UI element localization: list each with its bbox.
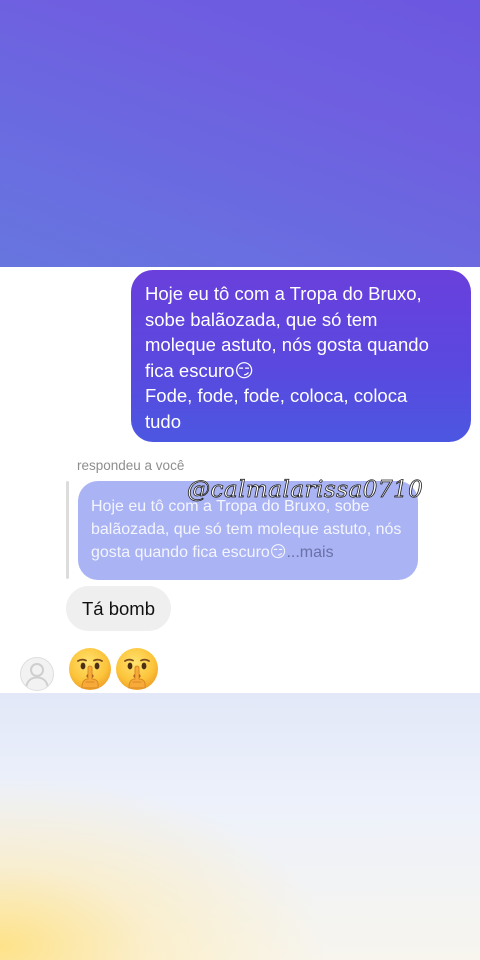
quoted-message-text: Hoje eu tô com a Tropa do Bruxo, sobe ba…: [91, 498, 402, 561]
shushing-face-icon: [67, 646, 113, 692]
bottom-background-gradient: [0, 693, 480, 960]
default-avatar-icon: [25, 663, 49, 689]
received-message-bubble[interactable]: Tá bomb: [66, 586, 172, 631]
shushing-face-icon: [114, 646, 160, 692]
more-link[interactable]: ...mais: [286, 544, 333, 561]
username-watermark: @calmalarissa0710: [187, 477, 424, 504]
replied-to-you-label: respondeu a você: [77, 458, 185, 473]
sent-message-bubble[interactable]: Hoje eu tô com a Tropa do Bruxo, sobe ba…: [131, 270, 471, 442]
reply-indicator-bar: [66, 481, 69, 579]
top-background-gradient: [0, 0, 480, 267]
avatar[interactable]: [20, 657, 54, 691]
